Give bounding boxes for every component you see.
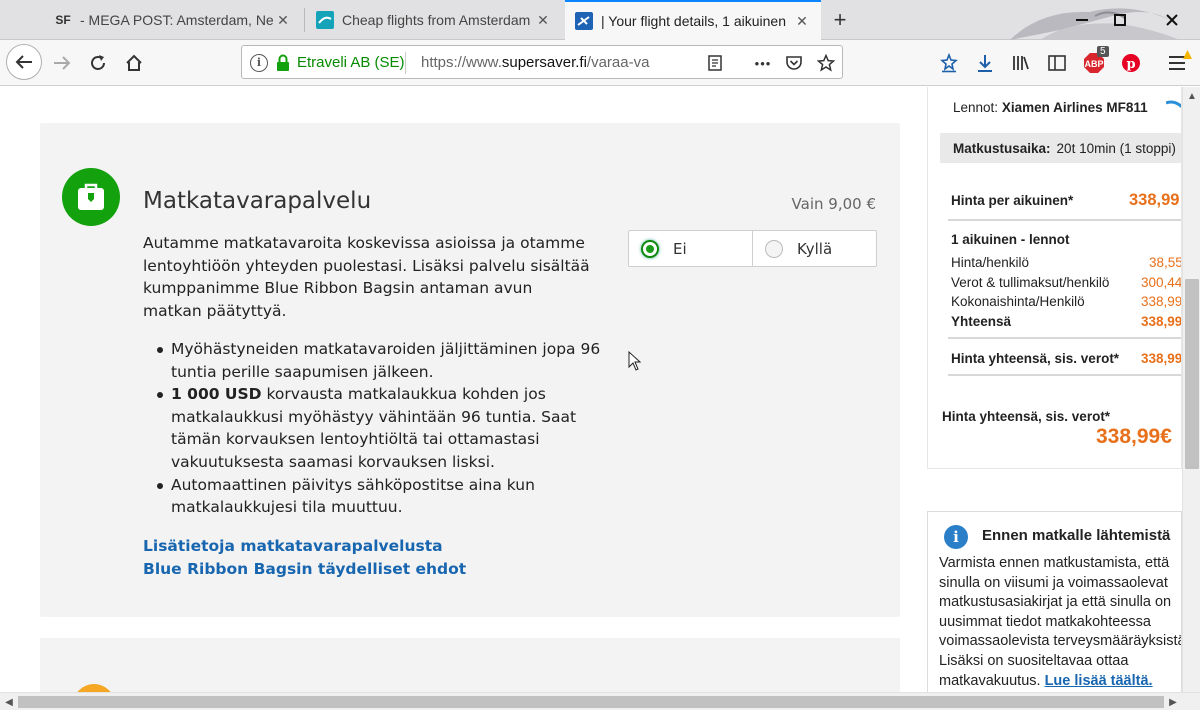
reader-view-icon[interactable] [704, 52, 726, 74]
back-button[interactable] [6, 44, 42, 80]
baggage-service-choice: Ei Kyllä [628, 230, 877, 267]
adblock-count-badge: 5 [1097, 46, 1109, 57]
svg-text:ABP: ABP [1084, 59, 1103, 69]
back-arrow-icon [15, 55, 32, 69]
info-title: Ennen matkalle lähtemistä [982, 527, 1171, 544]
service-title: Matkatavarapalvelu [143, 188, 372, 214]
vertical-scroll-thumb[interactable] [1185, 279, 1199, 469]
sidebar-button[interactable] [1041, 47, 1073, 79]
option-no[interactable]: Ei [629, 231, 752, 266]
home-icon [126, 54, 142, 71]
next-service-card [40, 638, 900, 692]
tab-title: Cheap flights from Amsterdam [342, 12, 531, 28]
tab-mega-post[interactable]: SF - MEGA POST: Amsterdam, Ne ✕ [44, 0, 302, 40]
travel-duration: Matkustusaika: 20t 10min (1 stoppi) [940, 133, 1181, 163]
tab-cheap-flights[interactable]: Cheap flights from Amsterdam ✕ [306, 0, 562, 40]
close-window-button[interactable] [1160, 8, 1184, 32]
service-description: Autamme matkatavaroita koskevissa asiois… [143, 234, 590, 320]
tab-strip: SF - MEGA POST: Amsterdam, Ne ✕ Cheap fl… [0, 0, 1200, 40]
sf-favicon-icon: SF [55, 13, 71, 27]
bookmarks-menu-button[interactable] [933, 47, 965, 79]
bookmark-star-list-icon [940, 53, 958, 73]
url-divider [405, 52, 406, 74]
scroll-left-icon[interactable]: ◀ [0, 693, 18, 710]
airline-logo-icon [1166, 100, 1181, 109]
airline-info: Lennot: Xiamen Airlines MF811 [953, 100, 1148, 115]
home-button[interactable] [118, 47, 150, 79]
horizontal-scroll-thumb[interactable] [18, 696, 1164, 708]
lock-icon[interactable] [276, 54, 290, 72]
divider [948, 337, 1181, 339]
list-item: 1 000 USD korvausta matkalaukkua kohden … [143, 383, 603, 473]
radio-yes[interactable] [765, 239, 783, 258]
library-button[interactable] [1005, 47, 1037, 79]
service-benefits-list: Myöhästyneiden matkatavaroiden jäljittäm… [143, 338, 603, 519]
horizontal-scrollbar[interactable]: ◀ ▶ [0, 692, 1200, 710]
scroll-right-icon[interactable]: ▶ [1164, 693, 1182, 710]
read-more-link[interactable]: Lue lisää täältä. [1045, 673, 1153, 689]
divider [948, 219, 1181, 221]
grand-total-label: Hinta yhteensä, sis. verot* [942, 409, 1111, 424]
navigation-toolbar: i Etraveli AB (SE) https://www.supersave… [0, 40, 1200, 86]
baggage-service-card: Matkatavarapalvelu Vain 9,00 € Autamme m… [40, 123, 900, 617]
mouse-cursor-icon [628, 351, 642, 371]
tab-divider [304, 8, 305, 32]
suitcase-icon [62, 168, 120, 226]
reload-button[interactable] [82, 47, 114, 79]
minimize-button[interactable] [1070, 8, 1094, 32]
scroll-up-icon[interactable]: ▲ [1183, 87, 1200, 105]
page-info-icon[interactable]: i [250, 54, 268, 72]
more-info-link[interactable]: Lisätietoja matkatavarapalvelusta [143, 535, 466, 558]
address-bar[interactable]: i Etraveli AB (SE) https://www.supersave… [241, 45, 843, 79]
new-tab-button[interactable]: + [828, 6, 852, 34]
vertical-scrollbar[interactable]: ▲ [1182, 87, 1200, 692]
sidebar-icon [1048, 55, 1066, 71]
service-price: Vain 9,00 € [791, 195, 876, 213]
close-icon[interactable]: ✕ [793, 13, 811, 30]
svg-text:p: p [1126, 57, 1135, 72]
pinterest-button[interactable]: p [1115, 47, 1147, 79]
page-content: Matkatavarapalvelu Vain 9,00 € Autamme m… [0, 87, 1182, 692]
option-yes[interactable]: Kyllä [752, 231, 876, 266]
forward-arrow-icon [54, 56, 71, 70]
tab-flight-details[interactable]: | Your flight details, 1 aikuinen ✕ [565, 0, 821, 40]
flight-favicon-icon [316, 11, 334, 29]
close-icon[interactable]: ✕ [534, 12, 552, 29]
travel-info-box: i Ennen matkalle lähtemistä Varmista enn… [927, 511, 1182, 692]
booking-summary: Lennot: Xiamen Airlines MF811 Matkustusa… [927, 87, 1182, 469]
supersaver-favicon-icon [575, 12, 593, 30]
forward-button[interactable] [46, 47, 78, 79]
download-icon [978, 55, 992, 72]
tab-title: | Your flight details, 1 aikuinen [601, 13, 786, 29]
service-icon [73, 684, 115, 692]
update-warning-icon [1183, 50, 1192, 59]
list-item: Myöhästyneiden matkatavaroiden jäljittäm… [143, 338, 603, 383]
pocket-icon[interactable] [783, 52, 805, 74]
downloads-button[interactable] [969, 47, 1001, 79]
reload-icon [91, 55, 105, 70]
bookmark-star-icon[interactable] [815, 52, 837, 74]
url-text[interactable]: https://www.supersaver.fi/varaa-va [421, 54, 666, 71]
app-menu-button[interactable] [1161, 47, 1193, 79]
tab-title: - MEGA POST: Amsterdam, Ne [80, 12, 274, 28]
pinterest-icon: p [1122, 54, 1140, 72]
maximize-button[interactable] [1108, 8, 1132, 32]
page-actions-icon[interactable]: ••• [752, 52, 774, 74]
terms-link[interactable]: Blue Ribbon Bagsin täydelliset ehdot [143, 558, 466, 581]
site-identity[interactable]: Etraveli AB (SE) [297, 54, 405, 71]
info-text: Varmista ennen matkustamista, että sinul… [939, 555, 1182, 689]
adblock-button[interactable]: ABP 5 [1078, 46, 1110, 79]
list-item: Automaattinen päivitys sähköpostitse ain… [143, 474, 603, 519]
service-links: Lisätietoja matkatavarapalvelusta Blue R… [143, 535, 466, 580]
grand-total-value: 338,99€ [1096, 425, 1172, 448]
radio-no-selected[interactable] [641, 239, 659, 258]
divider [948, 374, 1181, 376]
close-icon[interactable]: ✕ [274, 12, 292, 29]
library-icon [1013, 56, 1029, 70]
compensation-amount: 1 000 USD [171, 385, 262, 404]
info-icon: i [944, 525, 968, 549]
